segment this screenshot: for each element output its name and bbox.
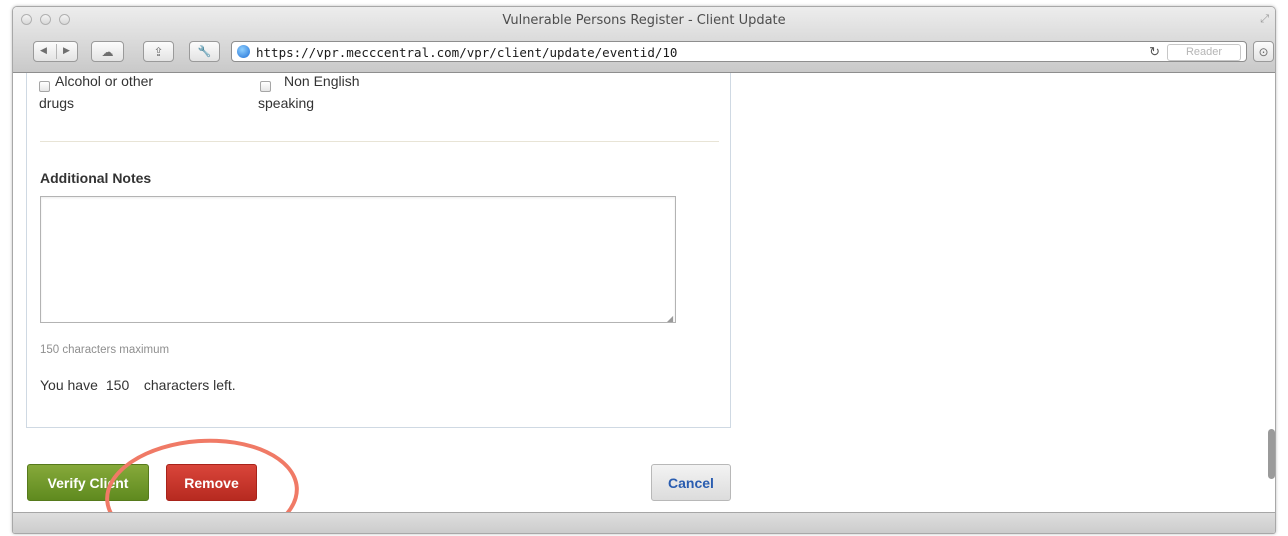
back-icon[interactable]: ◀	[40, 45, 47, 56]
characters-left-count: 150	[105, 377, 130, 393]
share-icon: ⇪	[153, 44, 164, 59]
browser-window: Vulnerable Persons Register - Client Upd…	[12, 6, 1276, 534]
additional-notes-heading: Additional Notes	[40, 170, 152, 186]
client-form-panel: Alcohol or other drugs Non English speak…	[26, 73, 731, 428]
url-text[interactable]: https://vpr.mecccentral.com/vpr/client/u…	[256, 45, 677, 60]
reload-icon[interactable]: ↻	[1149, 44, 1160, 60]
fullscreen-icon[interactable]: ⤢	[1260, 13, 1269, 26]
notes-max-hint: 150 characters maximum	[40, 344, 170, 356]
icloud-tabs-button[interactable]: ☁	[91, 41, 124, 62]
title-bar: Vulnerable Persons Register - Client Upd…	[13, 7, 1275, 38]
additional-notes-textarea[interactable]	[40, 196, 676, 323]
downloads-button[interactable]: ⊙	[1253, 41, 1274, 62]
cancel-button[interactable]: Cancel	[651, 464, 731, 501]
alcohol-drugs-label-line1: Alcohol or other	[55, 73, 154, 89]
non-english-checkbox[interactable]	[260, 81, 271, 92]
non-english-label-line2: speaking	[258, 95, 315, 111]
non-english-label-line1: Non English	[284, 73, 360, 89]
verify-client-button[interactable]: Verify Client	[27, 464, 149, 501]
share-button[interactable]: ⇪	[143, 41, 174, 62]
resize-grip-icon[interactable]: ◢	[667, 314, 673, 323]
reader-button[interactable]: Reader	[1167, 44, 1241, 61]
globe-icon	[237, 45, 250, 58]
page-content: Alcohol or other drugs Non English speak…	[13, 73, 1275, 512]
alcohol-drugs-label-line2: drugs	[39, 95, 75, 111]
scrollbar-thumb[interactable]	[1268, 429, 1275, 479]
characters-left-prefix: You have	[40, 377, 98, 393]
remove-button[interactable]: Remove	[166, 464, 257, 501]
characters-left-suffix: characters left.	[143, 377, 236, 393]
section-divider	[40, 141, 719, 142]
vertical-scrollbar[interactable]	[1266, 73, 1275, 512]
settings-button[interactable]: 🔧	[189, 41, 220, 62]
characters-left-line: You have 150 characters left.	[40, 377, 236, 393]
window-title: Vulnerable Persons Register - Client Upd…	[502, 13, 786, 28]
address-bar[interactable]: https://vpr.mecccentral.com/vpr/client/u…	[231, 41, 1247, 62]
forward-icon[interactable]: ▶	[63, 45, 70, 56]
wrench-icon: 🔧	[197, 46, 212, 58]
browser-toolbar: ◀ ▶ ☁ ⇪ 🔧 https://vpr.mecccentral.com/vp…	[13, 38, 1275, 73]
status-bar	[13, 512, 1275, 533]
cloud-icon: ☁	[101, 44, 114, 59]
alcohol-drugs-checkbox[interactable]	[39, 81, 50, 92]
downloads-icon: ⊙	[1258, 44, 1269, 59]
back-forward-buttons: ◀ ▶	[33, 41, 78, 62]
